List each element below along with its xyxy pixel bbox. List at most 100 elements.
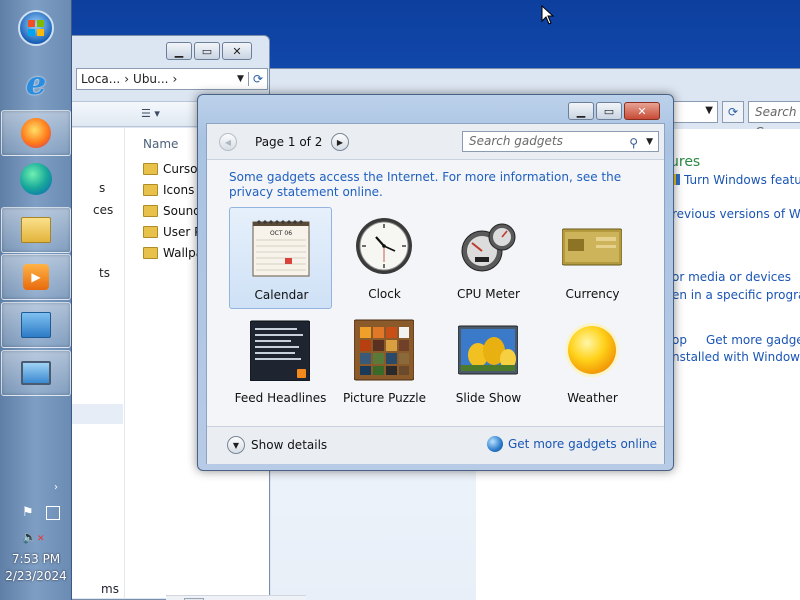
start-button[interactable] (1, 5, 71, 51)
previous-page-button[interactable]: ◀ (219, 133, 237, 151)
gadget-feed-headlines[interactable]: Feed Headlines (229, 311, 332, 413)
nav-item[interactable]: ces (93, 203, 113, 217)
clock-icon (354, 215, 414, 277)
gadgets-footer: ▼ Show details Get more gadgets online (207, 426, 664, 464)
list-item[interactable]: Sound (143, 204, 201, 218)
installed-with-windows-link[interactable]: nstalled with Windows (672, 350, 800, 364)
taskbar-file-explorer[interactable] (1, 207, 71, 253)
explorer-address-bar[interactable]: Loca... › Ubu... › ▼ ⟳ (76, 68, 268, 90)
clock-date[interactable]: 2/23/2024 (0, 569, 72, 583)
list-item[interactable]: User P (143, 225, 201, 239)
folder-icon (143, 163, 158, 175)
taskbar-control-panel[interactable] (1, 302, 71, 348)
feed-headlines-icon (249, 319, 311, 382)
breadcrumb-chevron-icon: › (172, 72, 178, 86)
network-icon[interactable] (46, 506, 60, 520)
desktop-gadgets-link[interactable]: op (672, 333, 687, 347)
taskbar-firefox[interactable] (1, 110, 71, 156)
calendar-icon: OCT 06 (251, 216, 311, 278)
folder-icon (143, 184, 158, 196)
gadget-weather[interactable]: Weather (541, 311, 644, 413)
maximize-button[interactable]: ▭ (194, 42, 220, 60)
cpu-meter-icon (458, 215, 518, 277)
clock-time[interactable]: 7:53 PM (0, 552, 72, 566)
gadget-clock[interactable]: Clock (333, 207, 436, 309)
media-devices-link[interactable]: or media or devices (672, 270, 791, 284)
address-dropdown-icon[interactable]: ▼ (237, 74, 244, 84)
gadget-label: Currency (565, 287, 620, 301)
search-gadgets-input[interactable]: Search gadgets ⚲ ▼ (462, 131, 659, 152)
turn-windows-features-link[interactable]: Turn Windows features (672, 173, 800, 187)
list-item[interactable]: Wallpa (143, 246, 203, 260)
close-button[interactable]: ✕ (222, 42, 252, 60)
taskbar-remote-desktop[interactable] (1, 350, 71, 396)
internet-explorer-icon: e (25, 64, 47, 102)
horizontal-scrollbar[interactable]: ◂ ||| (166, 595, 306, 600)
gadgets-topbar: ◀ Page 1 of 2 ▶ Search gadgets ⚲ ▼ (207, 124, 664, 160)
folder-icon (143, 226, 158, 238)
specific-program-link[interactable]: en in a specific program (672, 288, 800, 302)
control-panel-search-input[interactable]: Search C (748, 101, 800, 139)
monitor-icon (21, 361, 51, 385)
breadcrumb-part[interactable]: Loca... (81, 72, 120, 86)
privacy-info-link[interactable]: Some gadgets access the Internet. For mo… (229, 170, 649, 200)
sun-icon (562, 319, 622, 381)
gadgets-window: ▁ ▭ ✕ ◀ Page 1 of 2 ▶ Search gadgets ⚲ ▼… (197, 94, 674, 471)
edge-icon (20, 163, 52, 195)
list-item[interactable]: Cursor (143, 162, 202, 176)
calendar-month-label: OCT 06 (270, 230, 292, 237)
previous-versions-link[interactable]: revious versions of Wind (672, 207, 800, 221)
gadget-calendar[interactable]: OCT 06 Calendar (229, 207, 332, 309)
list-item[interactable]: Icons (143, 183, 194, 197)
minimize-button[interactable]: ▁ (166, 42, 192, 60)
search-placeholder: Search gadgets (469, 134, 563, 148)
notification-area: › ⚑ 🔈✕ 7:53 PM 2/23/2024 (0, 480, 72, 600)
nav-item[interactable]: ts (99, 266, 110, 280)
gadget-label: CPU Meter (457, 287, 520, 301)
taskbar-internet-explorer[interactable]: e (1, 60, 71, 106)
control-panel-icon (21, 312, 51, 338)
gadget-picture-puzzle[interactable]: Picture Puzzle (333, 311, 436, 413)
refresh-icon[interactable]: ⟳ (247, 72, 267, 86)
nav-item-selected[interactable] (71, 404, 123, 424)
chevron-down-icon[interactable]: ▼ (646, 133, 653, 152)
explorer-caption-buttons: ▁ ▭ ✕ (166, 42, 252, 60)
globe-icon (487, 436, 503, 452)
maximize-button[interactable]: ▭ (596, 102, 622, 120)
taskbar: e ▶ › ⚑ 🔈✕ 7:53 PM 2/23/2024 (0, 0, 72, 600)
folder-icon (21, 217, 51, 243)
view-options-icon[interactable]: ☰ ▾ (141, 107, 160, 120)
folder-name: Icons (163, 183, 195, 197)
gadget-cpu-meter[interactable]: CPU Meter (437, 207, 540, 309)
minimize-button[interactable]: ▁ (568, 102, 594, 120)
breadcrumb-part[interactable]: Ubu... (133, 72, 168, 86)
gadget-slide-show[interactable]: Slide Show (437, 311, 540, 413)
gadget-label: Calendar (254, 288, 309, 302)
gadget-label: Weather (567, 391, 618, 405)
taskbar-media-player[interactable]: ▶ (1, 254, 71, 300)
nav-item[interactable]: s (99, 181, 105, 195)
search-icon[interactable]: ⚲ (629, 134, 638, 153)
taskbar-edge[interactable] (1, 156, 71, 202)
programs-heading: ures (670, 154, 701, 170)
show-hidden-icons-chevron-icon[interactable]: › (54, 482, 58, 493)
get-more-gadgets-link[interactable]: Get more gadgets (706, 333, 800, 347)
name-column-header[interactable]: Name (143, 137, 178, 151)
next-page-button[interactable]: ▶ (331, 133, 349, 151)
folder-icon (143, 247, 158, 259)
folder-name: Sound (163, 204, 201, 218)
refresh-icon[interactable]: ⟳ (722, 101, 744, 123)
show-details-button[interactable]: Show details (251, 438, 327, 452)
media-player-icon: ▶ (23, 264, 49, 290)
windows-logo-icon (18, 10, 54, 46)
volume-muted-icon[interactable]: 🔈✕ (22, 530, 45, 544)
show-details-chevron-icon[interactable]: ▼ (227, 436, 245, 454)
close-button[interactable]: ✕ (624, 102, 660, 120)
firefox-icon (21, 118, 51, 148)
gadgets-caption-buttons: ▁ ▭ ✕ (568, 102, 660, 120)
navigation-pane: s ces ts (71, 128, 125, 598)
folder-name: User P (163, 225, 202, 239)
action-center-flag-icon[interactable]: ⚑ (22, 505, 34, 520)
gadget-currency[interactable]: Currency (541, 207, 644, 309)
get-more-gadgets-online-link[interactable]: Get more gadgets online (508, 437, 657, 451)
